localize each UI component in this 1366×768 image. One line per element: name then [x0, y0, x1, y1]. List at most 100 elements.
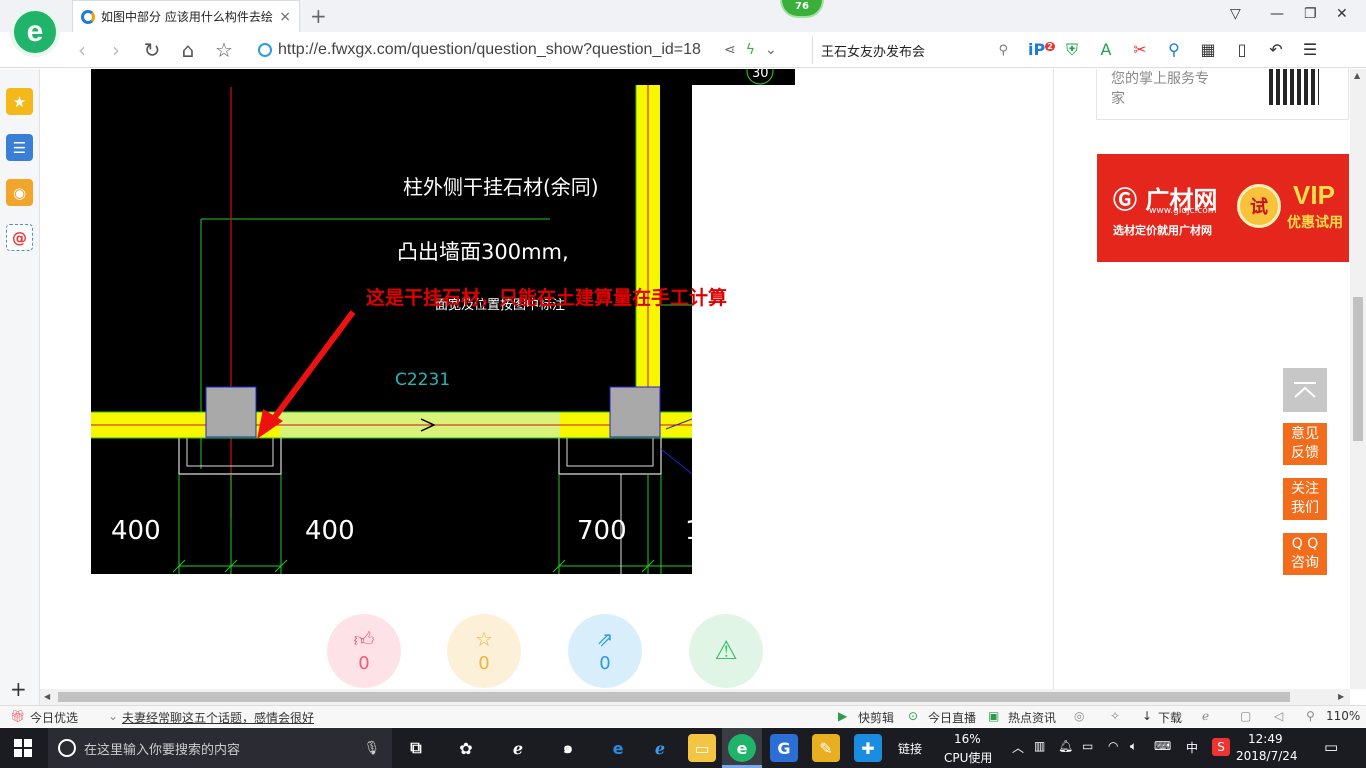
- favorites-star-icon[interactable]: ★: [6, 88, 33, 115]
- scissors-icon[interactable]: ✂: [1130, 40, 1150, 60]
- spiral-app-icon[interactable]: ๑: [554, 734, 582, 762]
- bolt-icon[interactable]: ϟ: [746, 42, 755, 58]
- search-box[interactable]: 王石女友办发布会 ⚲: [812, 36, 1008, 64]
- sogou-ime-icon[interactable]: S: [1212, 738, 1230, 756]
- url-text[interactable]: http://e.fwxgx.com/question/question_sho…: [278, 41, 718, 59]
- clock-date[interactable]: 2018/7/24: [1236, 749, 1298, 763]
- zoom-icon[interactable]: ⚲: [1306, 709, 1315, 723]
- pinwheel-app-icon[interactable]: ✿: [452, 734, 480, 762]
- follow-us-button[interactable]: 关注 我们: [1283, 478, 1327, 520]
- browser-taskbar-icon[interactable]: e: [728, 734, 756, 762]
- home-icon[interactable]: ⌂: [176, 38, 200, 62]
- qq-consult-button[interactable]: Q Q 咨询: [1283, 533, 1327, 575]
- scroll-up-arrow-icon[interactable]: ▲: [1354, 71, 1360, 80]
- volume-tray-icon[interactable]: 🔈︎: [1130, 739, 1137, 754]
- microphone-icon[interactable]: 🎙︎: [363, 741, 380, 756]
- news-headline-link[interactable]: 夫妻经常聊这五个话题，感情会很好: [122, 709, 314, 726]
- plus-app-icon[interactable]: ✚: [854, 734, 882, 762]
- wifi-icon[interactable]: ◠: [1108, 739, 1118, 753]
- volume-icon[interactable]: ◁: [1274, 709, 1283, 723]
- download-link[interactable]: 下载: [1158, 709, 1182, 726]
- browser-tab[interactable]: 如图中部分 应该用什么构件去绘 ×: [72, 0, 300, 32]
- battery-icon[interactable]: ▭: [1082, 739, 1093, 753]
- window-icon[interactable]: ▢: [1240, 709, 1251, 723]
- refresh-icon[interactable]: ↻: [140, 38, 164, 62]
- ie-mode-icon[interactable]: ◎: [1074, 709, 1084, 723]
- edge-icon[interactable]: e: [604, 734, 632, 762]
- favorite-button[interactable]: ☆ 0: [447, 614, 521, 688]
- quick-cut-link[interactable]: 快剪辑: [858, 709, 894, 726]
- horizontal-scroll-thumb[interactable]: [58, 692, 1290, 702]
- tab-close-button[interactable]: ×: [279, 9, 291, 25]
- share-button[interactable]: ⇗ 0: [568, 614, 642, 688]
- taskbar-search[interactable]: 在这里输入你要搜索的内容 🎙︎: [48, 728, 392, 768]
- chevron-down-icon[interactable]: ⌄: [108, 709, 118, 723]
- scroll-right-arrow-icon[interactable]: ▶: [1338, 692, 1344, 701]
- tools-icon[interactable]: ✧: [1110, 709, 1120, 723]
- report-button[interactable]: ⚠: [689, 614, 763, 688]
- today-live-link[interactable]: 今日直播: [928, 709, 976, 726]
- minimize-button[interactable]: —: [1270, 6, 1284, 22]
- browser-titlebar: 如图中部分 应该用什么构件去绘 × + 76 ▽ — ❐ ✕: [0, 0, 1366, 32]
- like-button[interactable]: 👍︎ 0: [327, 614, 401, 688]
- undo-icon[interactable]: ↶: [1266, 40, 1286, 60]
- new-tab-button[interactable]: +: [310, 4, 327, 28]
- today-pick-link[interactable]: 今日优选: [30, 709, 78, 726]
- reading-list-icon[interactable]: ☰: [6, 134, 33, 161]
- sidebar-add-button[interactable]: +: [10, 677, 27, 701]
- taskbar-search-input[interactable]: 在这里输入你要搜索的内容: [84, 739, 355, 758]
- translate-icon[interactable]: A: [1096, 40, 1116, 60]
- windows-start-icon[interactable]: [14, 739, 32, 757]
- app-promo-card[interactable]: 您的掌上服务专 家: [1096, 69, 1349, 120]
- vertical-scrollbar[interactable]: ▲: [1350, 69, 1366, 689]
- menu-icon[interactable]: ☰: [1300, 40, 1320, 60]
- link-toolbar-label[interactable]: 链接: [898, 740, 922, 757]
- ime-tray-icon[interactable]: ▥: [1034, 739, 1045, 753]
- site-info-icon[interactable]: [258, 43, 272, 57]
- hot-news-link[interactable]: 热点资讯: [1008, 709, 1056, 726]
- bookmark-star-icon[interactable]: ☆: [212, 38, 236, 62]
- back-to-top-button[interactable]: [1283, 368, 1327, 412]
- action-center-icon[interactable]: ▭: [1324, 738, 1338, 756]
- weibo-icon[interactable]: ◉: [6, 179, 33, 206]
- glodon-g-icon[interactable]: G: [770, 734, 798, 762]
- feedback-button[interactable]: 意见 反馈: [1283, 423, 1327, 465]
- magnifier-icon[interactable]: ⚲: [1164, 40, 1184, 60]
- ie-icon[interactable]: ℯ: [1202, 709, 1209, 723]
- input-language[interactable]: 中: [1186, 739, 1198, 756]
- notepad-app-icon[interactable]: ✎: [812, 734, 840, 762]
- back-arrow-icon[interactable]: ‹: [70, 38, 94, 62]
- ie-plugin-icon[interactable]: iP 2: [1028, 40, 1055, 60]
- shield-icon[interactable]: ⛨: [1062, 40, 1082, 60]
- file-explorer-icon[interactable]: ▭: [688, 734, 716, 762]
- share-icon[interactable]: ⋖: [724, 42, 736, 58]
- task-view-icon[interactable]: ⧉: [402, 734, 430, 762]
- zoom-level[interactable]: 110%: [1326, 709, 1360, 723]
- scroll-left-arrow-icon[interactable]: ◀: [44, 692, 50, 701]
- tray-expand-icon[interactable]: ︿: [1012, 739, 1024, 756]
- close-window-button[interactable]: ✕: [1336, 6, 1348, 22]
- search-icon[interactable]: ⚲: [998, 43, 1008, 58]
- restore-button[interactable]: ❐: [1304, 6, 1317, 22]
- phone-icon[interactable]: ▯: [1232, 40, 1252, 60]
- chevron-down-icon[interactable]: ⌄: [765, 42, 777, 58]
- internet-explorer-icon[interactable]: ℯ: [646, 734, 674, 762]
- keyboard-icon[interactable]: ⌨: [1154, 739, 1171, 753]
- forward-arrow-icon[interactable]: ›: [104, 38, 128, 62]
- skin-icon[interactable]: ▽: [1230, 6, 1241, 22]
- address-bar[interactable]: http://e.fwxgx.com/question/question_sho…: [258, 36, 808, 64]
- download-icon[interactable]: ↓: [1142, 709, 1152, 723]
- score-badge[interactable]: 76: [780, 0, 824, 18]
- search-input[interactable]: 王石女友办发布会: [821, 41, 998, 60]
- cortana-icon[interactable]: [58, 739, 76, 757]
- vertical-scroll-thumb[interactable]: [1353, 297, 1363, 441]
- horizontal-scrollbar[interactable]: ◀ ▶: [40, 689, 1350, 705]
- notification-bell-icon[interactable]: 🔔︎: [1058, 739, 1073, 753]
- edge-legacy-icon[interactable]: ℯ: [504, 734, 532, 762]
- apps-grid-icon[interactable]: ▦: [1198, 40, 1218, 60]
- browser-logo-icon[interactable]: e: [10, 7, 60, 57]
- gldjc-vip-ad-banner[interactable]: Ⓖ 广材网 www.gldjc.com 选材定价就用广材网 试 VIP 优惠试用: [1097, 154, 1349, 262]
- navigation-bar: ‹ › ↻ ⌂ ☆ http://e.fwxgx.com/question/qu…: [0, 32, 1366, 68]
- clock-time[interactable]: 12:49: [1248, 732, 1283, 746]
- email-icon[interactable]: @: [6, 224, 33, 251]
